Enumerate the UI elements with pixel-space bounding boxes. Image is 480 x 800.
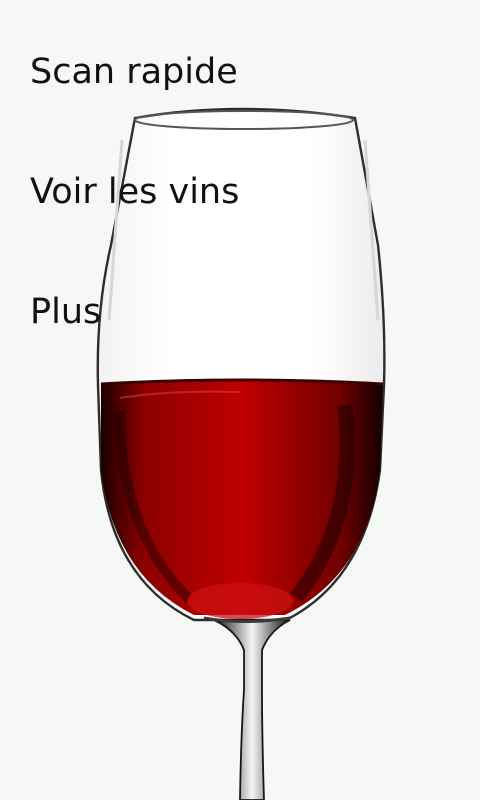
- voir-les-vins-link[interactable]: Voir les vins: [30, 168, 239, 216]
- plus-link[interactable]: Plus: [30, 288, 101, 336]
- main-menu: Scan rapide Voir les vins Plus: [30, 48, 350, 408]
- scan-rapide-link[interactable]: Scan rapide: [30, 48, 238, 96]
- app-screen: Scan rapide Voir les vins Plus: [0, 0, 480, 800]
